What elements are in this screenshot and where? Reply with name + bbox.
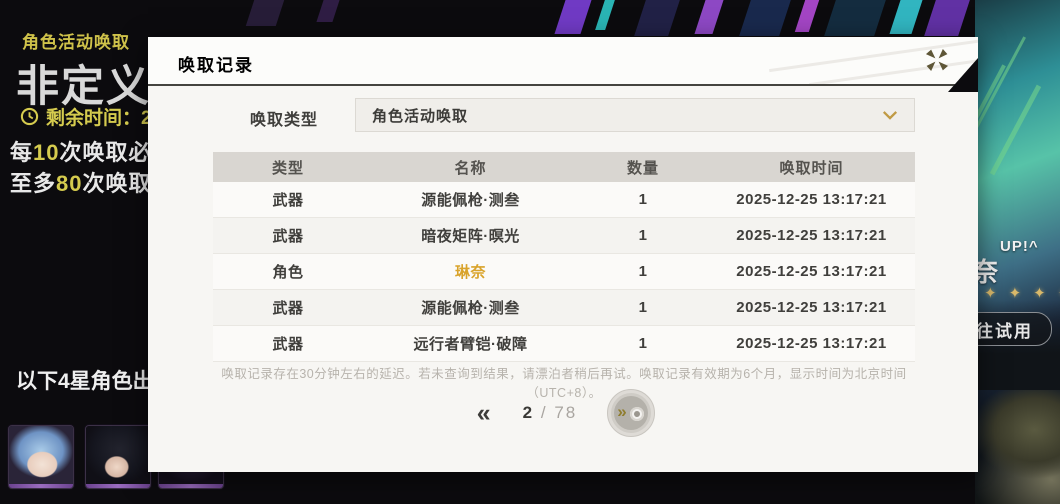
records-table: 类型 名称 数量 唤取时间 武器 源能佩枪·测叁 1 2025-12-25 13:17… [213,152,915,362]
cell-time: 2025-12-25 13:17:21 [736,335,887,352]
header-time: 唤取时间 [779,159,844,177]
page-indicator: 2 / 78 [522,403,578,422]
cell-name: 源能佩枪·测叁 [421,192,520,209]
header-divider [148,84,978,86]
prev-page-button[interactable]: « [473,400,493,426]
banner-title: 非定义光 [16,63,150,108]
next-page-button[interactable]: » [607,389,656,437]
corner-notch-decoration [948,58,978,92]
cell-time: 2025-12-25 13:17:21 [736,263,887,280]
cell-name: 琳奈 [454,264,486,281]
cell-type: 武器 [272,300,304,317]
table-header-row: 类型 名称 数量 唤取时间 [213,152,915,182]
banner-title-clip: 非定义光 [16,52,150,108]
dialog-header: 唤取记录 [148,37,978,84]
table-row: 武器 源能佩枪·测叁 1 2025-12-25 13:17:21 [213,182,915,218]
star-icon: ✦ [1008,285,1022,302]
cell-qty: 1 [638,191,648,208]
cell-name: 远行者臂铠·破障 [413,336,528,353]
character-avatar-2[interactable] [85,425,151,489]
filter-label: 唤取类型 [250,112,319,129]
convene-type-select[interactable]: 角色活动唤取 [355,98,915,132]
header-qty: 数量 [626,159,659,177]
table-body: 武器 源能佩枪·测叁 1 2025-12-25 13:17:21 武器 暗夜矩阵·暝光 1 2… [213,182,915,362]
convene-records-dialog: 唤取记录 唤取类型 角色活动唤取 类型 名称 数量 唤取时间 武器 源能佩枪·测… [148,37,978,472]
header-name: 名称 [454,159,487,177]
close-icon [925,48,949,72]
table-row: 武器 远行者臂铠·破障 1 2025-12-25 13:17:21 [213,326,915,362]
dialog-title: 唤取记录 [178,56,254,75]
cell-type: 武器 [272,336,304,353]
star-icon: ✦ [984,285,997,302]
banner-type-label: 角色活动唤取 [22,33,130,52]
cell-qty: 1 [638,263,648,280]
cell-type: 武器 [272,228,304,245]
table-row: 角色 琳奈 1 2025-12-25 13:17:21 [213,254,915,290]
close-button[interactable] [924,47,950,73]
cell-type: 武器 [272,192,304,209]
cell-name: 源能佩枪·测叁 [421,300,520,317]
four-star-heading: 以下4星角色出现概 [16,370,150,393]
cell-time: 2025-12-25 13:17:21 [736,299,887,316]
up-badge: UP!^ [1000,238,1039,255]
rarity-stars: ✦✦✦✦ [984,284,1060,302]
chevron-down-icon [882,111,898,120]
table-row: 武器 源能佩枪·测叁 1 2025-12-25 13:17:21 [213,290,915,326]
cell-type: 角色 [272,264,304,281]
star-icon: ✦ [1033,285,1046,302]
clock-icon [20,107,39,126]
table-row: 武器 暗夜矩阵·暝光 1 2025-12-25 13:17:21 [213,218,915,254]
pagination: « 2 / 78 » [212,385,916,441]
current-page: 2 [522,403,535,422]
cell-name: 暗夜矩阵·暝光 [421,228,520,245]
cell-qty: 1 [638,335,648,352]
next-page-icon: » [617,402,627,421]
cell-time: 2025-12-25 13:17:21 [736,227,887,244]
character-avatar-1[interactable] [8,425,74,489]
selected-convene-type: 角色活动唤取 [372,107,469,125]
total-pages: 78 [554,403,578,422]
cell-qty: 1 [638,299,648,316]
cell-time: 2025-12-25 13:17:21 [736,191,887,208]
header-type: 类型 [271,159,304,177]
game-screen: 角色活动唤取 非定义光 剩余时间：20天 每10次唤取必得4 至多80次唤取必得… [0,0,1060,504]
cell-qty: 1 [638,227,648,244]
